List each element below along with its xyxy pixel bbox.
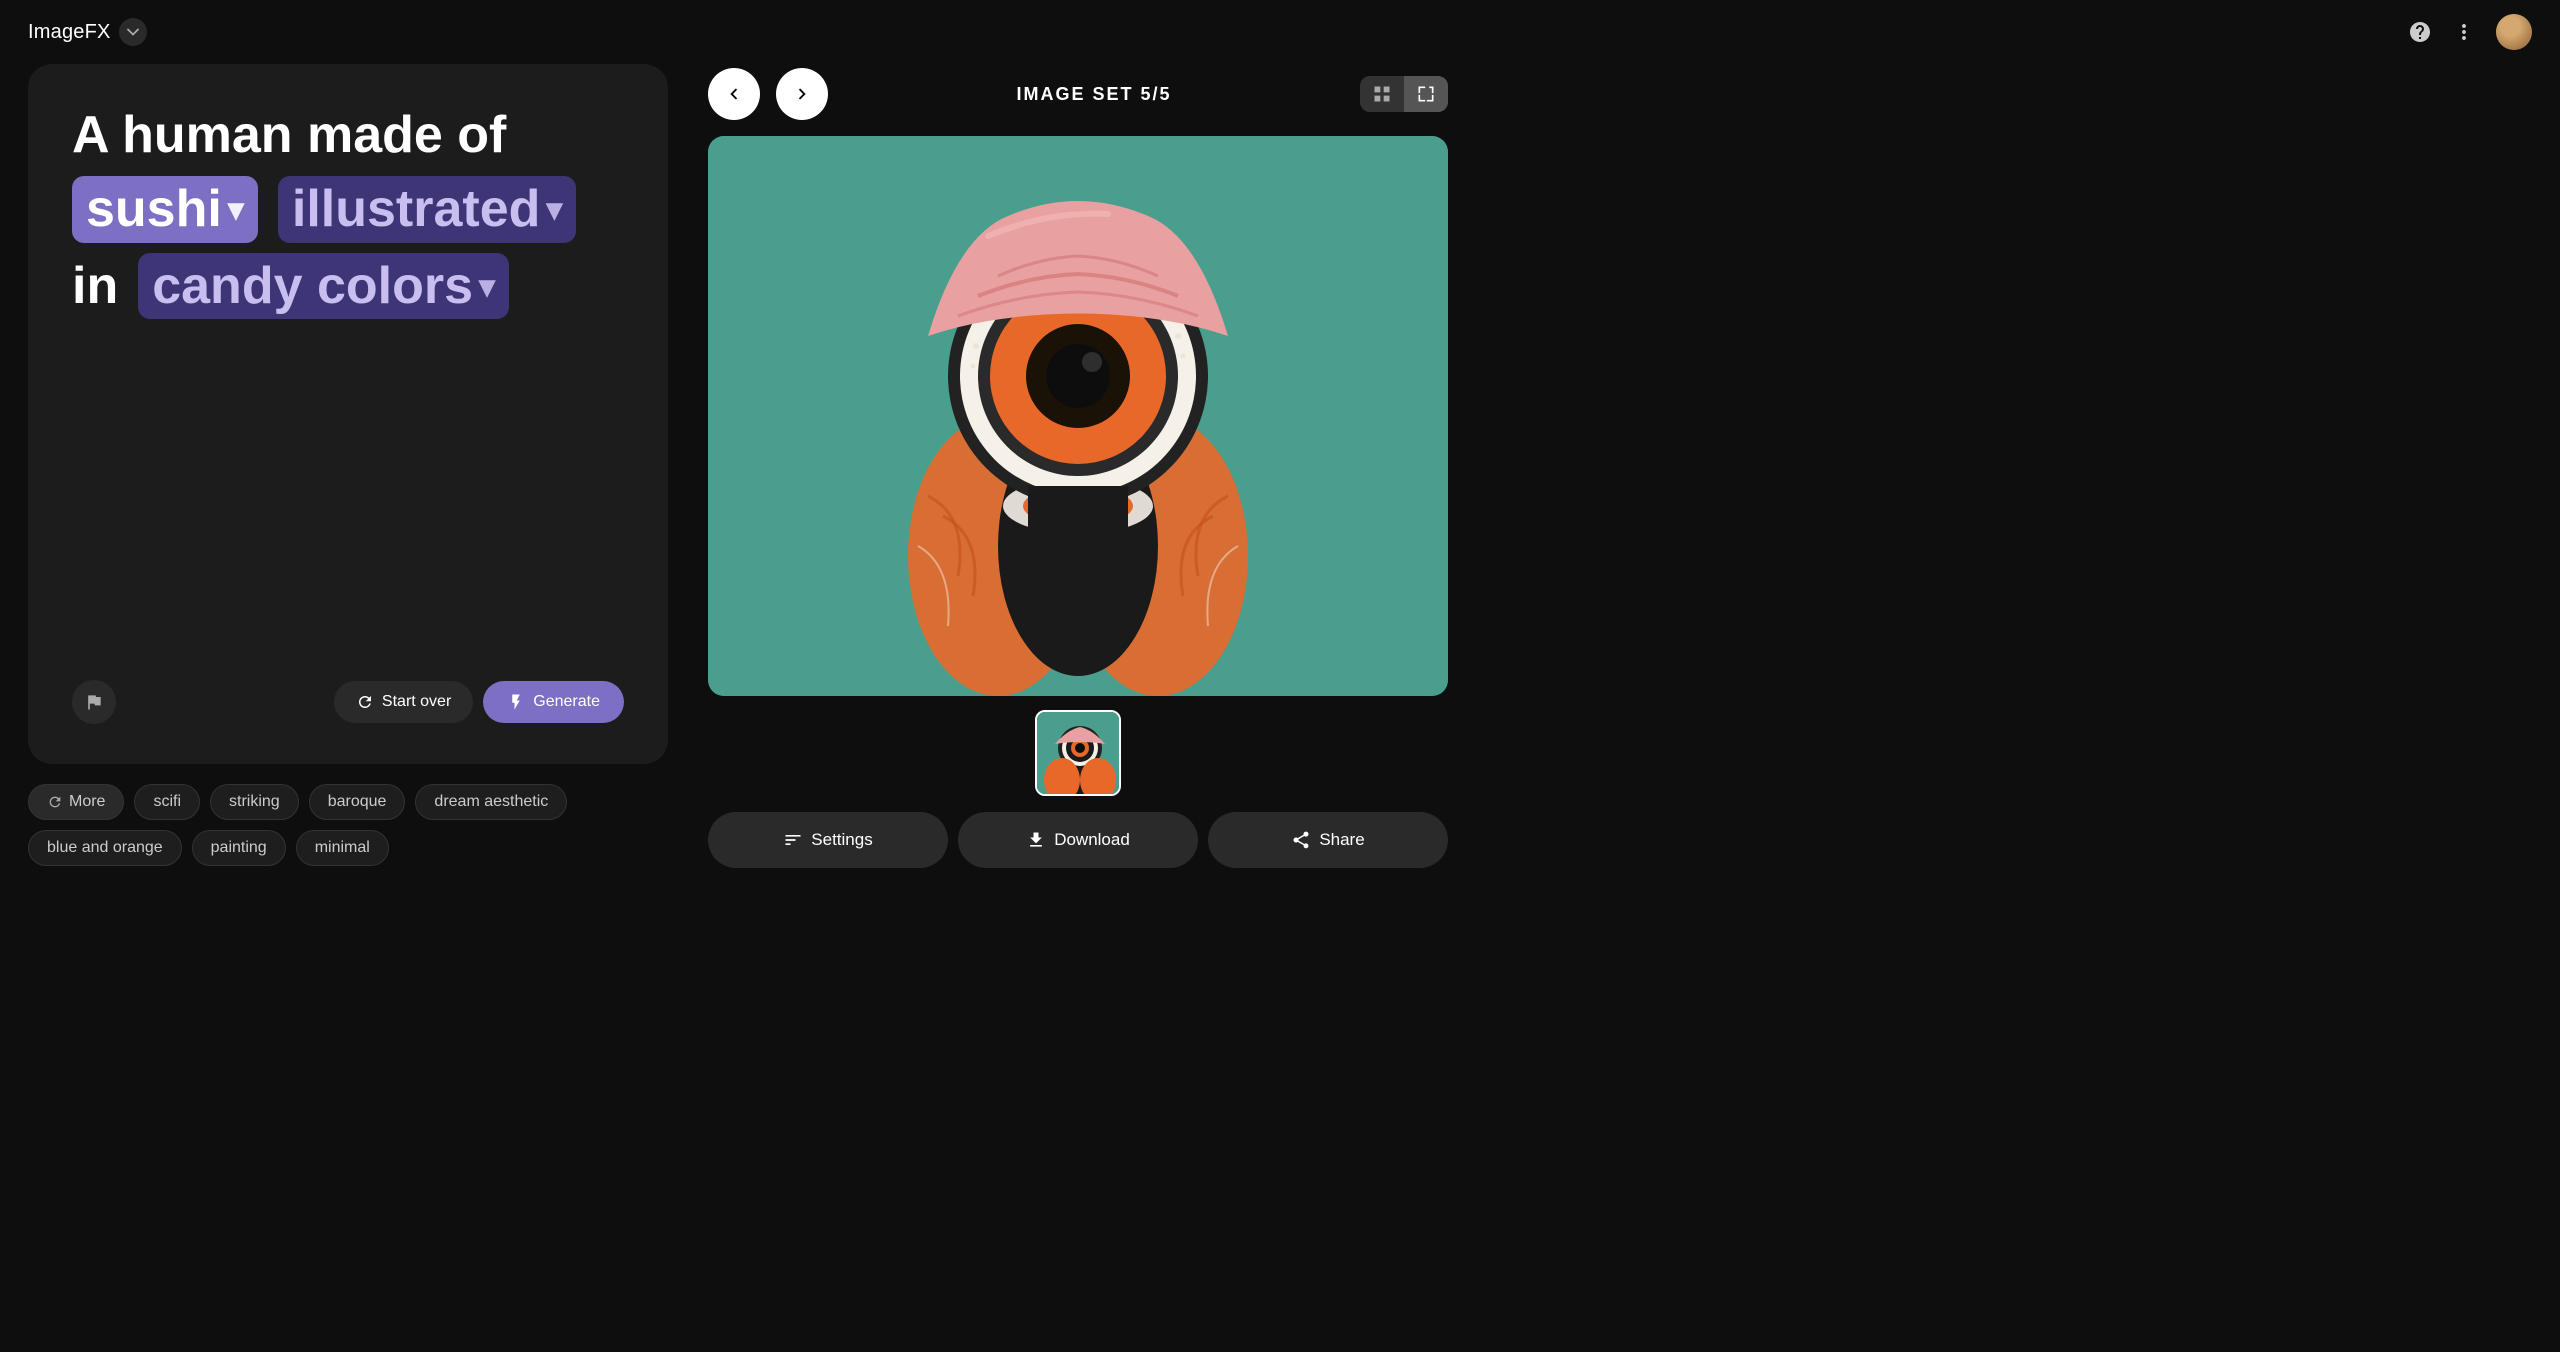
suggestion-chip-minimal[interactable]: minimal [296, 830, 389, 866]
left-panel: A human made of sushi ▾ illustrated ▾ in… [28, 64, 668, 1352]
share-label: Share [1319, 830, 1364, 850]
generate-button[interactable]: Generate [483, 681, 624, 723]
chip-painting-label: painting [211, 839, 267, 857]
right-panel: IMAGE SET 5/5 [668, 64, 1448, 1352]
flag-icon [84, 692, 104, 712]
chip-sushi-label: sushi [86, 178, 222, 240]
prompt-chip-sushi[interactable]: sushi ▾ [72, 176, 258, 242]
download-icon [1026, 830, 1046, 850]
image-set-label: IMAGE SET 5/5 [844, 84, 1344, 105]
download-button[interactable]: Download [958, 812, 1198, 868]
suggestion-chip-more[interactable]: More [28, 784, 124, 820]
thumbnail-image-1 [1037, 712, 1121, 796]
download-label: Download [1054, 830, 1130, 850]
chip-candy-colors-arrow: ▾ [479, 267, 495, 305]
chip-striking-label: striking [229, 793, 280, 811]
chip-candy-colors-label: candy colors [152, 255, 473, 317]
app-badge-button[interactable] [119, 18, 147, 46]
suggestion-chip-scifi[interactable]: scifi [134, 784, 200, 820]
suggestion-chips: More scifi striking baroque dream aesthe… [28, 784, 668, 876]
help-button[interactable] [2408, 20, 2432, 44]
header-left: ImageFX [28, 18, 147, 46]
chip-dream-aesthetic-label: dream aesthetic [434, 793, 548, 811]
view-toggle [1360, 76, 1448, 112]
main-image [708, 136, 1448, 696]
chip-illustrated-label: illustrated [292, 178, 541, 240]
header-right [2408, 14, 2532, 50]
fullscreen-icon [1416, 84, 1436, 104]
more-vert-icon [2452, 20, 2476, 44]
main-content: A human made of sushi ▾ illustrated ▾ in… [0, 64, 2560, 1352]
chip-blue-and-orange-label: blue and orange [47, 839, 163, 857]
refresh-icon [356, 693, 374, 711]
chip-illustrated-arrow: ▾ [546, 190, 562, 228]
generate-label: Generate [533, 693, 600, 711]
start-over-button[interactable]: Start over [334, 681, 473, 723]
more-menu-button[interactable] [2452, 20, 2476, 44]
thumbnail-row [708, 710, 1448, 796]
generate-icon [507, 693, 525, 711]
prompt-chip-candy-colors[interactable]: candy colors ▾ [138, 253, 509, 319]
sushi-artwork [708, 136, 1448, 696]
settings-button[interactable]: Settings [708, 812, 948, 868]
suggestion-chip-blue-and-orange[interactable]: blue and orange [28, 830, 182, 866]
start-over-label: Start over [382, 693, 451, 711]
settings-icon [783, 830, 803, 850]
single-view-button[interactable] [1404, 76, 1448, 112]
chevron-right-icon [791, 83, 813, 105]
app-header: ImageFX [0, 0, 2560, 64]
footer-buttons: Start over Generate [334, 681, 624, 723]
avatar-image [2496, 14, 2532, 50]
prev-image-button[interactable] [708, 68, 760, 120]
next-image-button[interactable] [776, 68, 828, 120]
prompt-card: A human made of sushi ▾ illustrated ▾ in… [28, 64, 668, 764]
suggestion-chip-painting[interactable]: painting [192, 830, 286, 866]
share-button[interactable]: Share [1208, 812, 1448, 868]
app-title: ImageFX [28, 21, 111, 44]
flag-button[interactable] [72, 680, 116, 724]
chip-minimal-label: minimal [315, 839, 370, 857]
prompt-display: A human made of sushi ▾ illustrated ▾ in… [72, 104, 624, 319]
chip-baroque-label: baroque [328, 793, 387, 811]
grid-view-button[interactable] [1360, 76, 1404, 112]
help-icon [2408, 20, 2432, 44]
thumbnail-1[interactable] [1035, 710, 1121, 796]
suggestion-chip-dream-aesthetic[interactable]: dream aesthetic [415, 784, 567, 820]
prompt-chip-illustrated[interactable]: illustrated ▾ [278, 176, 577, 242]
prompt-text-plain-1: A human made of [72, 104, 506, 166]
chip-more-label: More [69, 793, 105, 811]
action-buttons: Settings Download Share [708, 812, 1448, 868]
prompt-text-plain-2: in [72, 255, 118, 317]
prompt-card-footer: Start over Generate [72, 660, 624, 724]
grid-icon [1372, 84, 1392, 104]
chevron-down-icon [126, 25, 140, 39]
chip-scifi-label: scifi [153, 793, 181, 811]
chevron-left-icon [723, 83, 745, 105]
settings-label: Settings [811, 830, 872, 850]
avatar[interactable] [2496, 14, 2532, 50]
image-nav: IMAGE SET 5/5 [708, 64, 1448, 120]
suggestion-chip-striking[interactable]: striking [210, 784, 299, 820]
suggestion-chip-baroque[interactable]: baroque [309, 784, 406, 820]
share-icon [1291, 830, 1311, 850]
refresh-small-icon [47, 794, 63, 810]
chip-sushi-arrow: ▾ [228, 190, 244, 228]
